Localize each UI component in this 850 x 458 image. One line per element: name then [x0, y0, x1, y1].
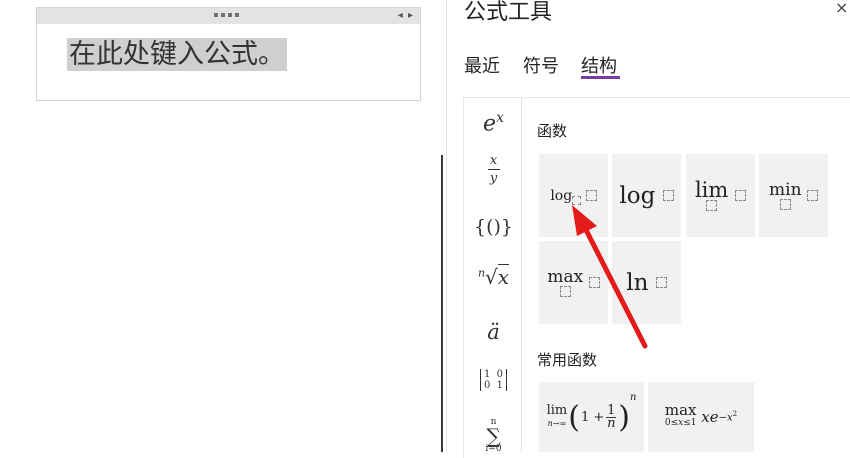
pane-splitter[interactable] [441, 155, 443, 452]
function-name: max [547, 267, 584, 287]
function-name: ln [626, 269, 649, 296]
function-name: log [619, 182, 656, 209]
function-tile-log-base[interactable]: log [539, 154, 608, 237]
fraction-icon[interactable]: xy [466, 154, 521, 185]
function-tile-ln[interactable]: ln [612, 241, 681, 324]
active-tab-indicator [581, 76, 620, 79]
close-icon[interactable]: × [835, 0, 848, 17]
common-function-tile-limit-e[interactable]: lim n→∞ ( 1 + 1n ) n [539, 382, 644, 452]
function-name: max [664, 401, 697, 419]
tab-structures[interactable]: 结构 [581, 52, 617, 78]
function-name: log [550, 187, 573, 204]
pane-divider [446, 0, 447, 452]
tab-recent[interactable]: 最近 [464, 52, 500, 78]
section-label-common-functions: 常用函数 [537, 351, 598, 369]
radical-icon[interactable]: n√x [466, 264, 521, 289]
section-label-functions: 函数 [537, 122, 568, 140]
function-tile-lim[interactable]: lim [686, 154, 755, 237]
equation-box[interactable]: ◂ ▸ 在此处键入公式。 [36, 7, 421, 101]
category-divider [521, 97, 522, 452]
function-name: min [769, 180, 802, 200]
common-function-tile-max-xe[interactable]: max 0≤x≤1 xe −x2 [648, 382, 754, 452]
drag-grip-icon[interactable] [214, 13, 244, 19]
equation-placeholder[interactable]: 在此处键入公式。 [67, 38, 287, 71]
tab-symbols[interactable]: 符号 [523, 52, 559, 78]
script-icon[interactable]: ex [466, 110, 521, 136]
function-name: lim [694, 178, 729, 202]
pane-title: 公式工具 [464, 0, 553, 25]
matrix-icon[interactable]: 1 00 1 [466, 369, 521, 391]
large-operator-icon[interactable]: n ∑ i=0 [466, 418, 521, 454]
accent-icon[interactable]: ä [466, 320, 521, 344]
function-tile-max[interactable]: max [539, 241, 608, 324]
function-tile-min[interactable]: min [759, 154, 828, 237]
expand-arrows-icon[interactable]: ◂ ▸ [398, 8, 414, 24]
bracket-icon[interactable]: {()} [466, 216, 521, 238]
function-name: lim [546, 403, 568, 418]
function-tile-log[interactable]: log [612, 154, 681, 237]
equation-drag-handle[interactable]: ◂ ▸ [37, 8, 420, 24]
